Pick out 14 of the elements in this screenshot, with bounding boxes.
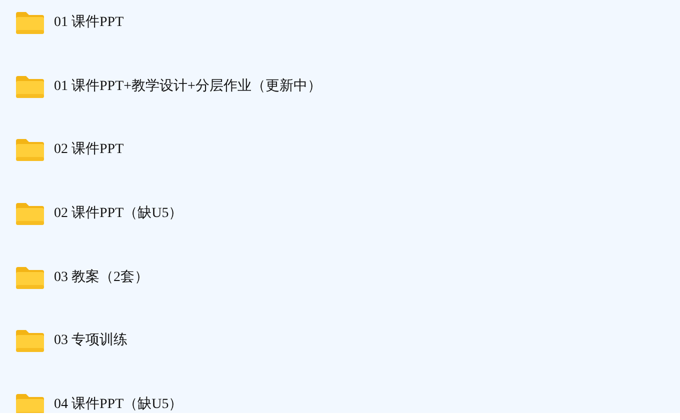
- folder-name[interactable]: 01 课件PPT+教学设计+分层作业（更新中）: [54, 78, 322, 95]
- folder-name[interactable]: 03 专项训练: [54, 333, 128, 350]
- folder-name[interactable]: 02 课件PPT: [54, 142, 124, 158]
- folder-name[interactable]: 02 课件PPT（缺U5）: [54, 206, 183, 222]
- folder-icon: [15, 329, 45, 354]
- folder-icon: [15, 266, 45, 290]
- folder-icon: [15, 393, 45, 413]
- folder-name[interactable]: 01 课件PPT: [54, 15, 124, 31]
- folder-icon: [15, 138, 45, 162]
- folder-name[interactable]: 03 教案（2套）: [54, 270, 148, 286]
- folder-icon: [15, 202, 45, 226]
- folder-icon: [15, 74, 45, 99]
- folder-name[interactable]: 04 课件PPT（缺U5）: [54, 397, 183, 413]
- folder-icon: [15, 11, 45, 35]
